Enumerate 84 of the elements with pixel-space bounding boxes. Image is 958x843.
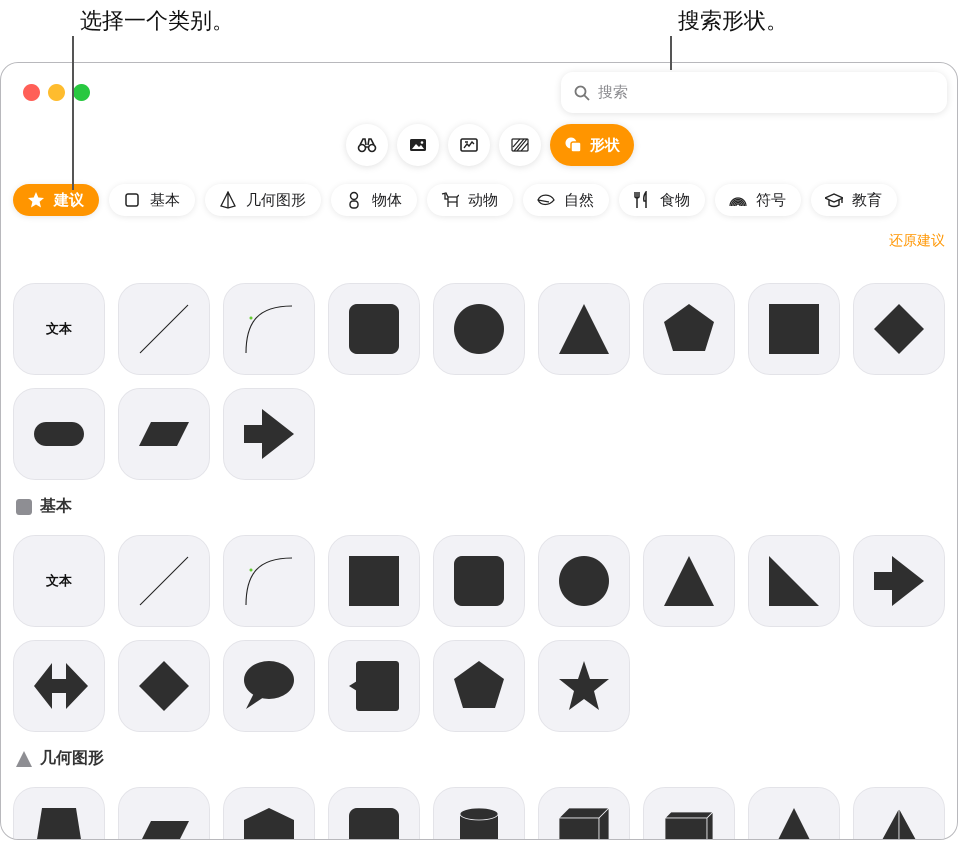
- star-icon: [27, 191, 45, 209]
- curve-shape: [244, 556, 294, 606]
- circle-shape: [454, 304, 504, 354]
- shape-tile[interactable]: [223, 283, 315, 375]
- triangle-shape: [559, 304, 609, 354]
- close-button[interactable]: [23, 84, 40, 101]
- curve-shape: [244, 304, 294, 354]
- line-shape: [139, 304, 189, 354]
- rounded-square-shape: [349, 304, 399, 354]
- shape-tile[interactable]: [223, 535, 315, 627]
- shape-tile[interactable]: [853, 535, 945, 627]
- shape-tile[interactable]: [118, 283, 210, 375]
- category-tab[interactable]: 物体: [331, 184, 417, 216]
- pentagon-shape: [664, 304, 714, 354]
- shape-tile[interactable]: [328, 535, 420, 627]
- category-tab[interactable]: 动物: [427, 184, 513, 216]
- triangle-shape: [664, 556, 714, 606]
- shapes-icon: [566, 138, 582, 153]
- pyramid-icon: [15, 750, 33, 768]
- rounded-square-shape: [454, 556, 504, 606]
- leader-line: [670, 36, 672, 70]
- line-shape: [139, 556, 189, 606]
- shape-tile[interactable]: [118, 388, 210, 480]
- parallelogram-shape: [139, 422, 189, 446]
- shape-tile[interactable]: [433, 283, 525, 375]
- toolbar-button[interactable]: [448, 124, 490, 166]
- speech-bubble-shape: [244, 661, 294, 711]
- pill-shape: [34, 422, 84, 446]
- binoculars-icon: [358, 138, 376, 152]
- category-tab[interactable]: 符号: [715, 184, 801, 216]
- shape-tile[interactable]: [118, 535, 210, 627]
- diamond-shape: [874, 304, 924, 354]
- arrow-shape: [874, 556, 924, 606]
- shape-tile[interactable]: [748, 283, 840, 375]
- section-title: 几何图形: [40, 748, 104, 769]
- category-tab[interactable]: 自然: [523, 184, 609, 216]
- circle-shape: [559, 556, 609, 606]
- callout-label: 选择一个类别。: [80, 7, 234, 35]
- shape-tile[interactable]: [643, 283, 735, 375]
- callout-label: 搜索形状。: [678, 7, 788, 35]
- pentagon-shape: [454, 661, 504, 711]
- square-icon: [123, 191, 141, 209]
- dog-icon: [441, 191, 459, 209]
- shape-tile[interactable]: [538, 640, 630, 732]
- square-icon: [15, 498, 33, 516]
- search-field[interactable]: 搜索: [561, 72, 947, 113]
- square-shape: [769, 304, 819, 354]
- shape-tile[interactable]: [433, 640, 525, 732]
- photo-icon: [410, 139, 426, 151]
- diamond-shape: [139, 661, 189, 711]
- shape-tile[interactable]: [853, 283, 945, 375]
- toolbar-button[interactable]: [397, 124, 439, 166]
- callout-shape: [349, 661, 399, 711]
- square-shape: [349, 556, 399, 606]
- category-tab[interactable]: 几何图形: [205, 184, 321, 216]
- shape-tile[interactable]: [223, 388, 315, 480]
- arrow-shape: [244, 409, 294, 459]
- shape-tile[interactable]: [643, 535, 735, 627]
- shape-tile[interactable]: [538, 283, 630, 375]
- hatched-square-icon: [511, 138, 529, 152]
- star-shape: [559, 661, 609, 711]
- right-triangle-shape: [769, 556, 819, 606]
- parallelogram-shape: [139, 821, 189, 839]
- category-tab[interactable]: 食物: [619, 184, 705, 216]
- search-icon: [574, 85, 590, 101]
- toolbar-button[interactable]: [346, 124, 388, 166]
- shape-tile[interactable]: [538, 535, 630, 627]
- shape-tile[interactable]: [328, 283, 420, 375]
- zoom-button[interactable]: [73, 84, 90, 101]
- graduation-cap-icon: [825, 191, 843, 209]
- shape-tile[interactable]: [223, 640, 315, 732]
- shape-tile[interactable]: [748, 535, 840, 627]
- shape-tile[interactable]: [118, 640, 210, 732]
- media-icon: [460, 138, 478, 152]
- text-tile[interactable]: 文本: [13, 535, 105, 627]
- toolbar-button[interactable]: [499, 124, 541, 166]
- text-tile[interactable]: 文本: [13, 283, 105, 375]
- pyramid-icon: [219, 191, 237, 209]
- category-tab[interactable]: 教育: [811, 184, 897, 216]
- shape-tile[interactable]: [13, 388, 105, 480]
- category-tab[interactable]: 基本: [109, 184, 195, 216]
- shape-tile[interactable]: [433, 535, 525, 627]
- section-title: 基本: [40, 496, 72, 517]
- shape-tile[interactable]: [328, 640, 420, 732]
